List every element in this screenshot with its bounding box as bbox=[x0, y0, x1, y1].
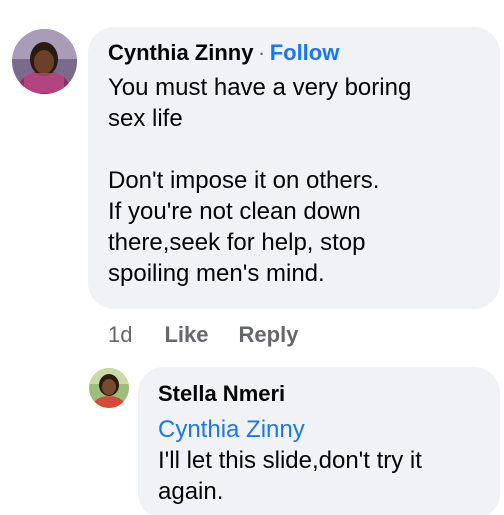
comment-author-name[interactable]: Cynthia Zinny bbox=[108, 40, 253, 65]
avatar[interactable] bbox=[12, 29, 77, 94]
like-button[interactable]: Like bbox=[164, 322, 208, 348]
comment-text: You must have a very boring sex life Don… bbox=[108, 74, 412, 287]
comment-bubble: Cynthia Zinny · Follow You must have a v… bbox=[88, 27, 500, 309]
reply-button[interactable]: Reply bbox=[239, 322, 299, 348]
reply-author-name[interactable]: Stella Nmeri bbox=[158, 381, 285, 406]
comment-thread: Cynthia Zinny · Follow You must have a v… bbox=[0, 0, 504, 515]
comment-timestamp[interactable]: 1d bbox=[108, 322, 132, 348]
reply-avatar[interactable] bbox=[89, 368, 129, 408]
comment-actions: 1d Like Reply bbox=[108, 322, 298, 348]
reply-mention-link[interactable]: Cynthia Zinny bbox=[158, 416, 305, 443]
reply-text: I'll let this slide,don't try it again. bbox=[158, 447, 422, 505]
reply-bubble: Stella Nmeri Cynthia Zinny I'll let this… bbox=[138, 367, 500, 515]
avatar-photo bbox=[12, 29, 77, 94]
follow-button[interactable]: Follow bbox=[270, 40, 340, 65]
separator-dot: · bbox=[257, 40, 266, 65]
reply-avatar-photo bbox=[89, 368, 129, 408]
